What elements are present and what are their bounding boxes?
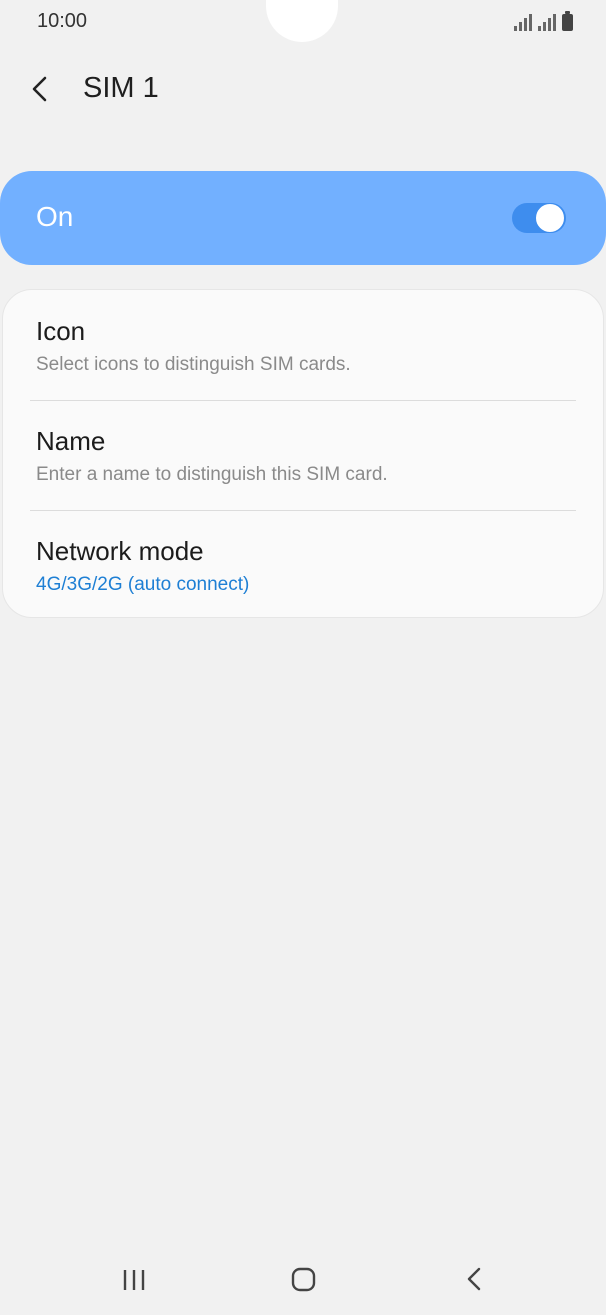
network-mode-value: 4G/3G/2G (auto connect) (36, 574, 250, 595)
name-setting-title: Name (36, 426, 106, 456)
status-icons (514, 11, 573, 31)
recent-apps-icon (123, 1270, 145, 1290)
icon-setting-title: Icon (36, 316, 86, 346)
battery-icon (562, 11, 573, 31)
nav-back-button[interactable] (444, 1250, 504, 1310)
sim-settings-card: Icon Select icons to distinguish SIM car… (2, 289, 604, 618)
icon-setting-subtitle: Select icons to distinguish SIM cards. (36, 354, 351, 375)
chevron-left-icon (32, 76, 47, 102)
name-setting-subtitle: Enter a name to distinguish this SIM car… (36, 464, 388, 485)
network-mode-row[interactable]: Network mode 4G/3G/2G (auto connect) (3, 510, 603, 620)
signal-icon (514, 13, 532, 31)
sim-toggle-switch[interactable] (512, 203, 566, 233)
toggle-knob (535, 203, 565, 233)
home-icon (291, 1267, 316, 1292)
page-title: SIM 1 (83, 72, 159, 104)
recent-apps-button[interactable] (104, 1250, 164, 1310)
status-time: 10:00 (37, 10, 88, 32)
sim-on-card[interactable]: On (0, 171, 606, 265)
camera-notch (266, 0, 338, 42)
icon-setting-row[interactable]: Icon Select icons to distinguish SIM car… (3, 290, 603, 400)
back-icon (467, 1267, 481, 1291)
home-button[interactable] (273, 1250, 333, 1310)
signal-icon-2 (538, 13, 556, 31)
name-setting-row[interactable]: Name Enter a name to distinguish this SI… (3, 400, 603, 510)
back-button[interactable] (26, 70, 56, 108)
sim-on-label: On (36, 201, 74, 232)
navigation-bar (0, 1250, 606, 1310)
network-mode-title: Network mode (36, 536, 204, 566)
